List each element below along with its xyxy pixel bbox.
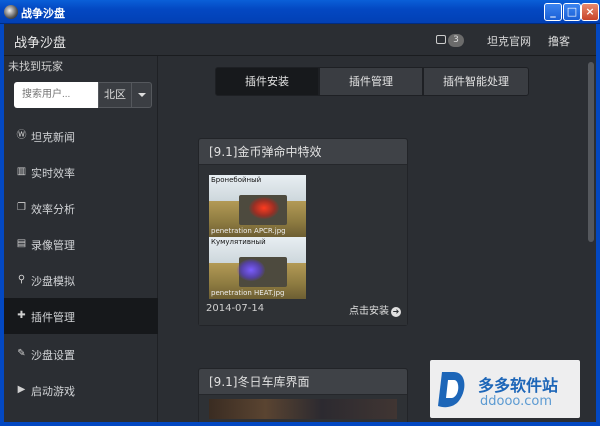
thumbnail-caption: Кумулятивный <box>211 238 266 246</box>
clipboard-icon: ❐ <box>17 202 26 213</box>
region-select[interactable]: 北区 <box>98 82 132 108</box>
title-bar: 战争沙盘 _ □ × <box>0 0 600 24</box>
sidebar-item-label: 插件管理 <box>31 311 75 324</box>
app-window: 战争沙盘 _ □ × 战争沙盘 3 坦克官网 撸客 未找到玩家 北区 Ⓦ 坦克新… <box>0 0 600 426</box>
window-title: 战争沙盘 <box>21 7 65 20</box>
plugin-card: [9.1]冬日车库界面 <box>198 368 408 422</box>
wrench-icon: ✎ <box>17 348 26 359</box>
message-count-badge: 3 <box>448 34 464 47</box>
sidebar-item-label: 效率分析 <box>31 203 75 216</box>
sidebar: 未找到玩家 北区 Ⓦ 坦克新闻 ▥ 实时效率 ❐ 效率分析 ▤ 录像管理 ⚲ 沙… <box>4 56 158 422</box>
sidebar-item-label: 启动游戏 <box>31 385 75 398</box>
watermark-url: ddooo.com <box>480 394 553 409</box>
sidebar-item-label: 坦克新闻 <box>31 131 75 144</box>
wordpress-icon: Ⓦ <box>16 130 27 141</box>
watermark-logo-icon <box>438 372 465 408</box>
sidebar-item-label: 录像管理 <box>31 239 75 252</box>
inbox-icon <box>436 35 446 44</box>
sidebar-item-launch[interactable]: ▶ 启动游戏 <box>4 372 158 408</box>
sidebar-item-realtime[interactable]: ▥ 实时效率 <box>4 154 158 190</box>
sidebar-item-label: 沙盘设置 <box>31 349 75 362</box>
tab-smart[interactable]: 插件智能处理 <box>423 67 529 96</box>
plugin-card: [9.1]金币弹命中特效 Бронебойный penetration APC… <box>198 138 408 326</box>
arrow-right-icon: ➜ <box>391 307 401 317</box>
app-header: 战争沙盘 3 坦克官网 撸客 <box>4 24 596 56</box>
sidebar-item-settings[interactable]: ✎ 沙盘设置 <box>4 336 158 372</box>
minimize-button[interactable]: _ <box>544 3 562 21</box>
blog-link[interactable]: 撸客 <box>548 33 570 49</box>
film-icon: ▤ <box>16 238 27 249</box>
app-icon <box>4 5 18 19</box>
watermark: 多多软件站 ddooo.com <box>430 360 580 418</box>
watermark-name: 多多软件站 <box>478 376 559 395</box>
map-marker-icon: ⚲ <box>17 274 26 285</box>
official-site-link[interactable]: 坦克官网 <box>487 33 531 49</box>
scrollbar-thumb[interactable] <box>588 62 594 242</box>
puzzle-icon: ✚ <box>17 310 26 321</box>
sidebar-item-news[interactable]: Ⓦ 坦克新闻 <box>4 118 158 154</box>
sidebar-item-plugins[interactable]: ✚ 插件管理 <box>4 298 158 334</box>
bar-chart-icon: ▥ <box>16 166 27 177</box>
tab-manage[interactable]: 插件管理 <box>319 67 423 96</box>
thumbnail-filename: penetration APCR.jpg <box>211 227 286 235</box>
thumbnail-caption: Бронебойный <box>211 176 262 184</box>
play-icon: ▶ <box>17 384 26 395</box>
brand-title: 战争沙盘 <box>14 36 67 51</box>
sidebar-item-analysis[interactable]: ❐ 效率分析 <box>4 190 158 226</box>
plugin-thumbnail[interactable] <box>209 399 397 419</box>
plugin-date: 2014-07-14 <box>206 303 265 314</box>
sidebar-item-label: 实时效率 <box>31 167 75 180</box>
install-button[interactable]: 点击安装 ➜ <box>349 302 401 317</box>
player-status: 未找到玩家 <box>8 60 63 73</box>
chevron-down-icon[interactable] <box>132 82 152 108</box>
scrollbar[interactable] <box>586 56 596 422</box>
close-button[interactable]: × <box>581 3 599 21</box>
tab-install[interactable]: 插件安装 <box>215 67 319 96</box>
plugin-title: [9.1]金币弹命中特效 <box>199 139 407 165</box>
thumbnail-filename: penetration HEAT.jpg <box>211 289 285 297</box>
maximize-button[interactable]: □ <box>563 3 581 21</box>
sidebar-item-simulation[interactable]: ⚲ 沙盘模拟 <box>4 262 158 298</box>
sidebar-item-label: 沙盘模拟 <box>31 275 75 288</box>
search-input[interactable] <box>14 82 98 108</box>
plugin-title: [9.1]冬日车库界面 <box>199 369 407 395</box>
tab-bar: 插件安装 插件管理 插件智能处理 <box>215 67 529 96</box>
plugin-thumbnail[interactable]: Бронебойный penetration APCR.jpg Кумулят… <box>209 175 306 299</box>
messages-button[interactable]: 3 <box>436 34 466 48</box>
install-label: 点击安装 <box>349 306 389 317</box>
sidebar-item-replays[interactable]: ▤ 录像管理 <box>4 226 158 262</box>
